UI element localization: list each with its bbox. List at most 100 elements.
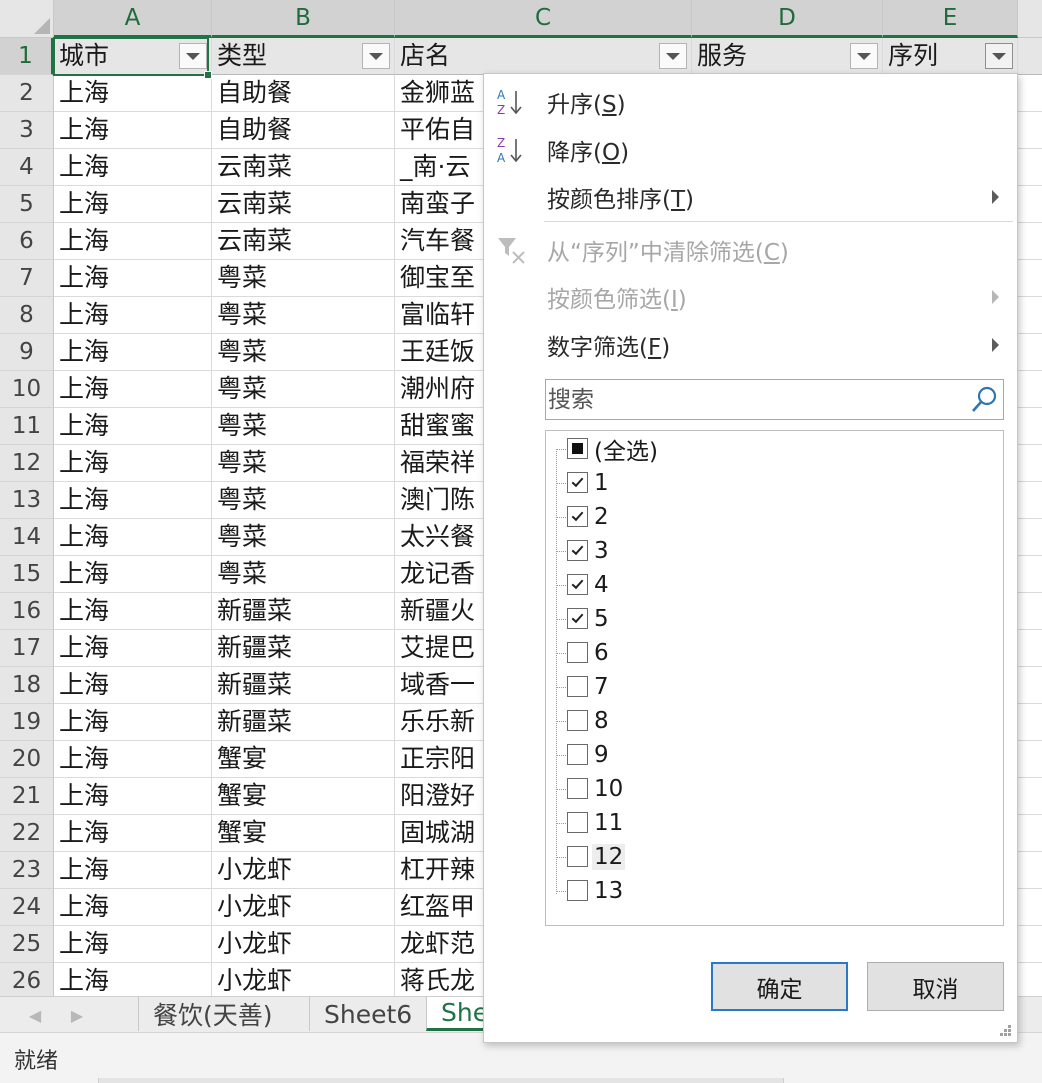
cell-city[interactable]: 上海 xyxy=(54,334,212,371)
cell-city[interactable]: 上海 xyxy=(54,593,212,630)
cell-city[interactable]: 上海 xyxy=(54,963,212,996)
filter-list-item[interactable]: 10 xyxy=(546,772,1003,806)
checkbox[interactable] xyxy=(567,506,588,527)
resize-grip-icon[interactable] xyxy=(1000,1025,1012,1037)
cell-city[interactable]: 上海 xyxy=(54,186,212,223)
cell-city[interactable]: 上海 xyxy=(54,667,212,704)
checkbox[interactable] xyxy=(567,744,588,765)
row-header[interactable]: 20 xyxy=(0,741,54,778)
cell-type[interactable]: 粤菜 xyxy=(212,371,395,408)
filter-list-item[interactable]: 3 xyxy=(546,534,1003,568)
column-header-f[interactable] xyxy=(1018,0,1042,38)
empty-cell[interactable] xyxy=(1018,556,1042,593)
cell-type[interactable]: 粤菜 xyxy=(212,556,395,593)
filter-list-item[interactable]: (全选) xyxy=(546,432,1003,466)
checkbox[interactable] xyxy=(567,574,588,595)
row-header[interactable]: 4 xyxy=(0,149,54,186)
cell-city[interactable]: 上海 xyxy=(54,889,212,926)
cancel-button[interactable]: 取消 xyxy=(867,962,1004,1011)
search-icon[interactable] xyxy=(969,385,999,415)
row-header[interactable]: 23 xyxy=(0,852,54,889)
checkbox[interactable] xyxy=(567,676,588,697)
header-cell-city[interactable]: 城市 xyxy=(54,38,212,75)
checkbox[interactable] xyxy=(567,710,588,731)
empty-cell[interactable] xyxy=(1018,149,1042,186)
column-header-e[interactable]: E xyxy=(883,0,1018,38)
cell-type[interactable]: 小龙虾 xyxy=(212,926,395,963)
cell-city[interactable]: 上海 xyxy=(54,778,212,815)
filter-list-item[interactable]: 4 xyxy=(546,568,1003,602)
filter-list-item[interactable]: 8 xyxy=(546,704,1003,738)
cell-city[interactable]: 上海 xyxy=(54,704,212,741)
row-header[interactable]: 16 xyxy=(0,593,54,630)
tab-scroll-right-icon[interactable]: ▶ xyxy=(66,1003,88,1027)
filter-dropdown-button-city[interactable] xyxy=(179,43,207,69)
cell-type[interactable]: 粤菜 xyxy=(212,334,395,371)
row-header[interactable]: 11 xyxy=(0,408,54,445)
checkbox[interactable] xyxy=(567,642,588,663)
empty-cell[interactable] xyxy=(1018,445,1042,482)
empty-cell[interactable] xyxy=(1018,926,1042,963)
cell-city[interactable]: 上海 xyxy=(54,149,212,186)
empty-cell[interactable] xyxy=(1018,741,1042,778)
empty-cell[interactable] xyxy=(1018,186,1042,223)
sheet-tab-sheet6[interactable]: Sheet6 xyxy=(309,997,426,1031)
header-cell-name[interactable]: 店名 xyxy=(395,38,692,75)
cell-city[interactable]: 上海 xyxy=(54,741,212,778)
empty-cell[interactable] xyxy=(1018,223,1042,260)
row-header[interactable]: 22 xyxy=(0,815,54,852)
filter-list-item[interactable]: 2 xyxy=(546,500,1003,534)
filter-list-item[interactable]: 13 xyxy=(546,874,1003,908)
cell-type[interactable]: 小龙虾 xyxy=(212,889,395,926)
tab-scroll-left-icon[interactable]: ◀ xyxy=(24,1003,46,1027)
cell-city[interactable]: 上海 xyxy=(54,815,212,852)
cell-type[interactable]: 小龙虾 xyxy=(212,963,395,996)
cell-type[interactable]: 云南菜 xyxy=(212,223,395,260)
empty-cell[interactable] xyxy=(1018,334,1042,371)
row-header[interactable]: 9 xyxy=(0,334,54,371)
cell-city[interactable]: 上海 xyxy=(54,852,212,889)
empty-cell[interactable] xyxy=(1018,852,1042,889)
empty-cell[interactable] xyxy=(1018,408,1042,445)
row-header[interactable]: 2 xyxy=(0,75,54,112)
cell-city[interactable]: 上海 xyxy=(54,556,212,593)
row-header[interactable]: 10 xyxy=(0,371,54,408)
header-cell-sequence[interactable]: 序列 xyxy=(883,38,1018,75)
empty-cell[interactable] xyxy=(1018,519,1042,556)
row-header[interactable]: 3 xyxy=(0,112,54,149)
row-header[interactable]: 21 xyxy=(0,778,54,815)
cell-city[interactable]: 上海 xyxy=(54,371,212,408)
cell-type[interactable]: 蟹宴 xyxy=(212,815,395,852)
empty-cell[interactable] xyxy=(1018,630,1042,667)
empty-cell[interactable] xyxy=(1018,963,1042,996)
cell-type[interactable]: 蟹宴 xyxy=(212,741,395,778)
filter-dropdown-button-service[interactable] xyxy=(850,43,878,69)
checkbox[interactable] xyxy=(567,778,588,799)
header-cell-type[interactable]: 类型 xyxy=(212,38,395,75)
cell-type[interactable]: 蟹宴 xyxy=(212,778,395,815)
cell-city[interactable]: 上海 xyxy=(54,482,212,519)
filter-list-item[interactable]: 6 xyxy=(546,636,1003,670)
sort-by-color-item[interactable]: 按颜色排序(T) xyxy=(484,174,1017,220)
cell-type[interactable]: 粤菜 xyxy=(212,445,395,482)
row-header[interactable]: 7 xyxy=(0,260,54,297)
clear-filter-item[interactable]: 从“序列”中清除筛选(C) xyxy=(484,227,1017,273)
sort-ascending-item[interactable]: A Z 升序(S) xyxy=(484,79,1017,125)
empty-cell[interactable] xyxy=(1018,667,1042,704)
cell-type[interactable]: 粤菜 xyxy=(212,482,395,519)
cell-type[interactable]: 新疆菜 xyxy=(212,704,395,741)
filter-dropdown-button-sequence[interactable] xyxy=(985,43,1013,69)
cell-type[interactable]: 自助餐 xyxy=(212,75,395,112)
sort-descending-item[interactable]: Z A 降序(O) xyxy=(484,127,1017,173)
empty-cell[interactable] xyxy=(1018,38,1042,75)
cell-city[interactable]: 上海 xyxy=(54,926,212,963)
empty-cell[interactable] xyxy=(1018,371,1042,408)
filter-dropdown-button-name[interactable] xyxy=(659,43,687,69)
row-header[interactable]: 17 xyxy=(0,630,54,667)
row-header[interactable]: 25 xyxy=(0,926,54,963)
filter-value-list[interactable]: (全选) 1 2 3 4 5 6 7 8 9 10 11 12 13 xyxy=(545,430,1004,926)
row-header[interactable]: 6 xyxy=(0,223,54,260)
checkbox[interactable] xyxy=(567,608,588,629)
filter-list-item[interactable]: 1 xyxy=(546,466,1003,500)
checkbox[interactable] xyxy=(567,472,588,493)
